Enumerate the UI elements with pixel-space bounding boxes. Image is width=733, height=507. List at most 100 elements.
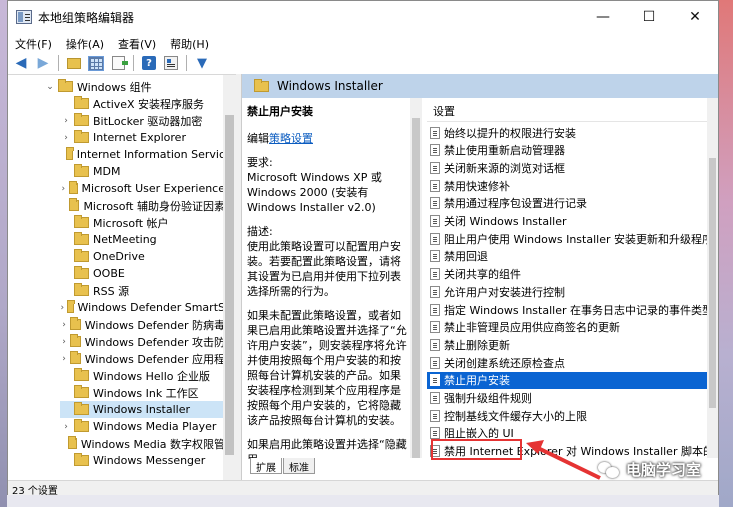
setting-row[interactable]: 关闭 Windows Installer bbox=[427, 213, 717, 230]
close-button[interactable]: ✕ bbox=[672, 1, 718, 33]
setting-row[interactable]: 关闭创建系统还原检查点 bbox=[427, 354, 717, 371]
setting-row[interactable]: 指定 Windows Installer 在事务日志中记录的事件类型。 bbox=[427, 301, 717, 318]
folder-icon bbox=[70, 334, 81, 347]
tree-item[interactable]: OOBE bbox=[60, 265, 225, 282]
folder-icon bbox=[74, 368, 89, 381]
tree-item[interactable]: Windows Installer bbox=[60, 401, 225, 418]
tree-item[interactable]: Microsoft 辅助身份验证因素 bbox=[60, 197, 225, 214]
details-pane: Windows Installer 禁止用户安装 编辑策略设置 要求: Micr… bbox=[241, 74, 718, 480]
setting-row[interactable]: 关闭共享的组件 bbox=[427, 266, 717, 283]
menu-file[interactable]: 文件(F) bbox=[8, 33, 59, 53]
tree-item[interactable]: › Windows Defender 防病毒 bbox=[60, 316, 225, 333]
back-arrow-icon[interactable]: ◀ bbox=[12, 54, 30, 72]
up-folder-button[interactable] bbox=[65, 54, 83, 72]
tree-item[interactable]: › Windows Defender 攻击防 bbox=[60, 333, 225, 350]
tree-item[interactable]: Internet Information Servic bbox=[60, 146, 225, 163]
policy-setting-icon bbox=[430, 232, 440, 245]
tree-item[interactable]: NetMeeting bbox=[60, 231, 225, 248]
window-title: 本地组策略编辑器 bbox=[38, 11, 135, 25]
policy-setting-icon bbox=[430, 427, 440, 440]
menu-action[interactable]: 操作(A) bbox=[59, 33, 111, 53]
folder-icon bbox=[74, 453, 89, 466]
tree-item[interactable]: › Windows Defender SmartS bbox=[60, 299, 225, 316]
folder-icon bbox=[74, 232, 89, 245]
show-hide-tree-button[interactable] bbox=[87, 54, 105, 72]
tree-item[interactable]: Windows Media 数字权限管 bbox=[60, 435, 225, 452]
help-button[interactable]: ? bbox=[140, 54, 158, 72]
export-list-button[interactable] bbox=[109, 54, 128, 72]
setting-row[interactable]: 允许用户对安装进行控制 bbox=[427, 283, 717, 300]
scrollbar-thumb[interactable] bbox=[709, 158, 716, 408]
tree-item[interactable]: MDM bbox=[60, 163, 225, 180]
expand-chevron-icon[interactable]: › bbox=[60, 184, 67, 194]
setting-row[interactable]: 始终以提升的权限进行安装 bbox=[427, 124, 717, 141]
tree-item-label: RSS 源 bbox=[93, 284, 130, 298]
tree-item[interactable]: RSS 源 bbox=[60, 282, 225, 299]
tree-item[interactable]: Windows Hello 企业版 bbox=[60, 367, 225, 384]
settings-vertical-scrollbar[interactable] bbox=[707, 98, 718, 458]
properties-button[interactable] bbox=[162, 54, 180, 72]
setting-row[interactable]: 强制升级组件规则 bbox=[427, 390, 717, 407]
tree-item-label: Windows Media 数字权限管 bbox=[80, 437, 225, 451]
tree-item[interactable]: › Microsoft User Experience bbox=[60, 180, 225, 197]
tree-item-label: OneDrive bbox=[93, 250, 145, 263]
collapse-chevron-icon[interactable]: ⌄ bbox=[44, 82, 56, 92]
expand-chevron-icon[interactable]: › bbox=[60, 422, 72, 432]
toolbar-separator bbox=[186, 55, 187, 71]
expand-chevron-icon[interactable]: › bbox=[60, 320, 68, 330]
folder-icon bbox=[74, 164, 89, 177]
tree-item-windows-components[interactable]: ⌄ Windows 组件 bbox=[44, 78, 152, 95]
tree-vertical-scrollbar[interactable] bbox=[223, 75, 236, 480]
tree-item[interactable]: › BitLocker 驱动器加密 bbox=[60, 112, 225, 129]
tree-item[interactable]: Windows Messenger bbox=[60, 452, 225, 469]
tree-item[interactable]: › Windows Defender 应用程 bbox=[60, 350, 225, 367]
setting-row[interactable]: 禁止用户安装 bbox=[427, 371, 717, 389]
tree-item[interactable]: Windows Ink 工作区 bbox=[60, 384, 225, 401]
tree-item[interactable]: OneDrive bbox=[60, 248, 225, 265]
setting-row[interactable]: 禁止删除更新 bbox=[427, 336, 717, 353]
menu-help[interactable]: 帮助(H) bbox=[163, 33, 216, 53]
scrollbar-thumb[interactable] bbox=[225, 115, 234, 455]
tab-extended[interactable]: 扩展 bbox=[250, 458, 282, 474]
menu-view[interactable]: 查看(V) bbox=[111, 33, 163, 53]
settings-column-header[interactable]: 设置 bbox=[427, 98, 707, 122]
expand-chevron-icon[interactable]: › bbox=[60, 133, 72, 143]
setting-label: 禁用通过程序包设置进行记录 bbox=[444, 197, 587, 211]
setting-row[interactable]: 阻止用户使用 Windows Installer 安装更新和升级程序 bbox=[427, 230, 717, 247]
scrollbar-thumb[interactable] bbox=[412, 118, 420, 458]
setting-label: 禁用回退 bbox=[444, 250, 488, 264]
title-bar[interactable]: 本地组策略编辑器 — ☐ ✕ bbox=[8, 1, 718, 33]
setting-row[interactable]: 关闭新来源的浏览对话框 bbox=[427, 159, 717, 176]
tree-item[interactable]: › Windows Media Player bbox=[60, 418, 225, 435]
tab-standard[interactable]: 标准 bbox=[283, 458, 315, 474]
policy-setting-icon bbox=[430, 356, 440, 369]
desktop-background-right bbox=[719, 0, 733, 507]
tree-item[interactable]: ActiveX 安装程序服务 bbox=[60, 95, 225, 112]
setting-label: 允许用户对安装进行控制 bbox=[444, 285, 565, 299]
setting-row[interactable]: 禁用快速修补 bbox=[427, 177, 717, 194]
toolbar: ◀ ▶ ? ▼ bbox=[8, 53, 718, 73]
expand-chevron-icon[interactable]: › bbox=[60, 354, 68, 364]
setting-label: 关闭创建系统还原检查点 bbox=[444, 356, 565, 370]
maximize-button[interactable]: ☐ bbox=[626, 1, 672, 33]
setting-row[interactable]: 禁用通过程序包设置进行记录 bbox=[427, 195, 717, 212]
expand-chevron-icon[interactable]: › bbox=[60, 116, 72, 126]
setting-row[interactable]: 禁止非管理员应用供应商签名的更新 bbox=[427, 319, 717, 336]
setting-row[interactable]: 控制基线文件缓存大小的上限 bbox=[427, 407, 717, 424]
setting-row[interactable]: 禁止使用重新启动管理器 bbox=[427, 142, 717, 159]
folder-icon bbox=[66, 300, 75, 313]
policy-setting-icon bbox=[430, 144, 440, 157]
filter-icon[interactable]: ▼ bbox=[193, 54, 211, 72]
tree-item[interactable]: Microsoft 帐户 bbox=[60, 214, 225, 231]
forward-arrow-icon[interactable]: ▶ bbox=[34, 54, 52, 72]
expand-chevron-icon[interactable]: › bbox=[60, 337, 68, 347]
setting-row[interactable]: 禁用回退 bbox=[427, 248, 717, 265]
policy-setting-icon bbox=[430, 197, 440, 210]
description-scrollbar[interactable] bbox=[410, 98, 422, 458]
folder-icon bbox=[74, 96, 89, 109]
edit-policy-link[interactable]: 策略设置 bbox=[269, 132, 313, 145]
expand-chevron-icon[interactable]: › bbox=[60, 303, 65, 313]
tree-item[interactable]: › Internet Explorer bbox=[60, 129, 225, 146]
view-tabs: 扩展 标准 bbox=[250, 458, 316, 474]
minimize-button[interactable]: — bbox=[580, 1, 626, 33]
